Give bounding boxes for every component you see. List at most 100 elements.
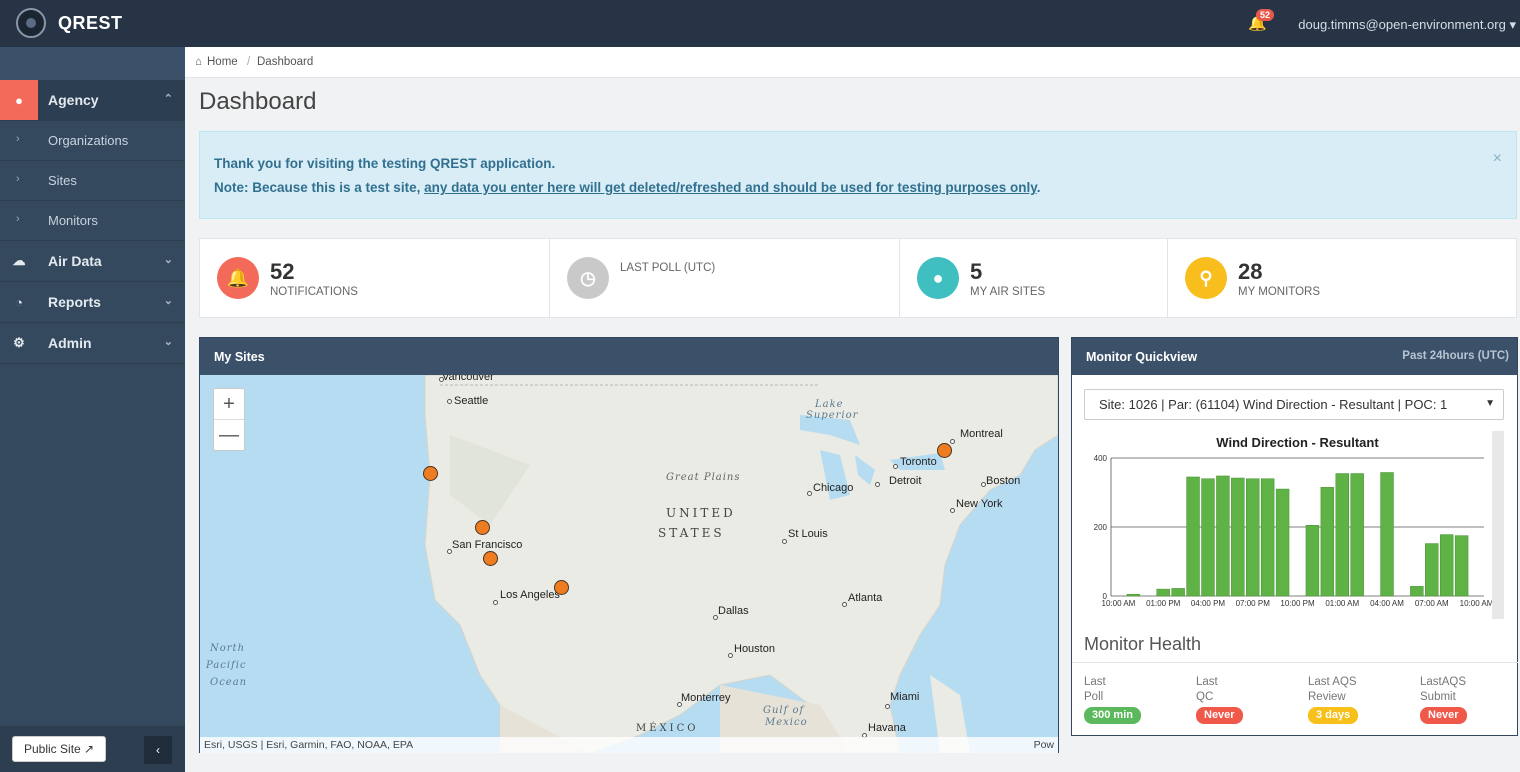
panel-header: My Sites bbox=[200, 338, 1058, 375]
sidebar-item-reports[interactable]: ◔ Reports ⌄ bbox=[0, 282, 185, 323]
city-label: Houston bbox=[734, 643, 775, 655]
map-marker-icon: ● bbox=[0, 80, 38, 120]
sidebar-item-agency[interactable]: ● Agency ⌃ bbox=[0, 80, 185, 121]
city-label: Chicago bbox=[813, 482, 854, 494]
x-tick-label: 01:00 AM bbox=[1325, 599, 1359, 608]
status-badge: 300 min bbox=[1084, 707, 1141, 724]
chart-bar bbox=[1410, 586, 1424, 597]
map-label: Great Plains bbox=[666, 472, 741, 483]
sidebar-item-sites[interactable]: › Sites bbox=[0, 161, 185, 201]
sidebar-item-label: Air Data bbox=[48, 253, 102, 269]
city-label: Detroit bbox=[889, 475, 922, 487]
sidebar-item-label: Admin bbox=[48, 335, 92, 351]
app-name[interactable]: QREST bbox=[58, 13, 123, 34]
sidebar: ● Agency ⌃ › Organizations › Sites › Mon… bbox=[0, 47, 185, 772]
panel-range: Past 24hours (UTC) bbox=[1402, 350, 1509, 362]
panel-header: Monitor Quickview Past 24hours (UTC) bbox=[1072, 338, 1517, 375]
monitor-select-value: Site: 1026 | Par: (61104) Wind Direction… bbox=[1099, 397, 1448, 412]
y-tick-label: 200 bbox=[1094, 523, 1108, 532]
site-marker[interactable] bbox=[937, 443, 952, 458]
health-last-poll: Last Poll 300 min bbox=[1084, 675, 1141, 724]
site-marker[interactable] bbox=[475, 520, 490, 535]
top-navbar: QREST 🔔 52 doug.timms@open-environment.o… bbox=[0, 0, 1520, 47]
user-menu[interactable]: doug.timms@open-environment.org ▾ bbox=[1298, 17, 1516, 33]
sidebar-item-label: Monitors bbox=[48, 213, 98, 228]
x-tick-label: 01:00 PM bbox=[1146, 599, 1181, 608]
sidebar-item-air-data[interactable]: ☁ Air Data ⌄ bbox=[0, 241, 185, 282]
site-marker[interactable] bbox=[554, 580, 569, 595]
chart-bar bbox=[1425, 543, 1439, 597]
stat-caption: MY AIR SITES bbox=[970, 286, 1046, 298]
x-tick-label: 10:00 AM bbox=[1102, 599, 1136, 608]
public-site-button[interactable]: Public Site ↗ bbox=[12, 736, 107, 762]
stat-air-sites[interactable]: ● 5 MY AIR SITES bbox=[900, 239, 1168, 317]
chart-bar bbox=[1231, 477, 1245, 597]
health-label: Submit bbox=[1420, 691, 1456, 703]
status-badge: 3 days bbox=[1308, 707, 1359, 724]
health-label: Last bbox=[1196, 676, 1218, 688]
city-marker bbox=[713, 615, 718, 620]
city-marker bbox=[981, 482, 986, 487]
sidebar-item-admin[interactable]: ⚙ Admin ⌄ bbox=[0, 323, 185, 364]
site-marker[interactable] bbox=[423, 466, 438, 481]
sidebar-item-monitors[interactable]: › Monitors bbox=[0, 201, 185, 241]
app-logo[interactable] bbox=[16, 8, 46, 38]
sidebar-item-label: Sites bbox=[48, 173, 77, 188]
map-label: UNITED bbox=[666, 506, 736, 520]
site-marker[interactable] bbox=[483, 551, 498, 566]
zoom-out-button[interactable]: — bbox=[214, 420, 244, 451]
alert-suffix: . bbox=[1036, 180, 1041, 195]
stat-value: 28 bbox=[1238, 259, 1263, 284]
alert-link[interactable]: any data you enter here will get deleted… bbox=[424, 180, 1037, 195]
chart-bar bbox=[1216, 475, 1230, 597]
chevron-right-icon: › bbox=[16, 213, 20, 225]
chart-bar bbox=[1275, 488, 1290, 597]
search-icon: ⚲ bbox=[1185, 257, 1227, 299]
city-label: Boston bbox=[986, 475, 1021, 487]
city-marker bbox=[893, 464, 898, 469]
city-label: Toronto bbox=[900, 456, 937, 468]
chevron-down-icon: ⌄ bbox=[163, 336, 173, 348]
monitor-health-title: Monitor Health bbox=[1084, 634, 1202, 654]
stat-value: 52 bbox=[270, 259, 295, 284]
city-label: Monterrey bbox=[681, 692, 731, 704]
alert-line-2: Note: Because this is a test site, any d… bbox=[214, 180, 1040, 195]
chart-bar bbox=[1380, 472, 1394, 597]
stat-monitors[interactable]: ⚲ 28 MY MONITORS bbox=[1168, 239, 1518, 317]
chart-bar bbox=[1156, 588, 1170, 597]
monitor-health-row: Last Poll 300 min Last QC Never Last AQS… bbox=[1072, 662, 1518, 742]
close-icon[interactable]: × bbox=[1493, 150, 1502, 168]
sidebar-item-label: Agency bbox=[48, 92, 99, 108]
chart-bar bbox=[1201, 478, 1215, 597]
attribution-powered[interactable]: Pow bbox=[1034, 739, 1054, 751]
x-tick-label: 04:00 AM bbox=[1370, 599, 1404, 608]
sidebar-collapse-button[interactable]: ‹ bbox=[144, 736, 172, 764]
notification-badge[interactable]: 52 bbox=[1256, 9, 1275, 21]
sidebar-item-label: Reports bbox=[48, 294, 101, 310]
map-attribution: Esri, USGS | Esri, Garmin, FAO, NOAA, EP… bbox=[200, 737, 1058, 753]
map-label: STATES bbox=[658, 526, 725, 540]
caret-down-icon: ▼ bbox=[1485, 398, 1495, 409]
city-marker bbox=[842, 602, 847, 607]
alert-line-1: Thank you for visiting the testing QREST… bbox=[214, 156, 556, 171]
chart-bar bbox=[1260, 478, 1275, 597]
stat-notifications[interactable]: 🔔 52 NOTIFICATIONS bbox=[200, 239, 550, 317]
home-icon[interactable]: ⌂ bbox=[195, 56, 202, 68]
monitor-select[interactable]: Site: 1026 | Par: (61104) Wind Direction… bbox=[1084, 389, 1504, 420]
stat-last-poll[interactable]: ◷ LAST POLL (UTC) bbox=[550, 239, 900, 317]
health-last-qc: Last QC Never bbox=[1196, 675, 1243, 724]
chevron-up-icon: ⌃ bbox=[163, 93, 173, 105]
sidebar-header bbox=[0, 47, 185, 80]
city-marker bbox=[885, 704, 890, 709]
city-marker bbox=[677, 702, 682, 707]
breadcrumb-current: Dashboard bbox=[257, 56, 314, 68]
city-label: Montreal bbox=[960, 428, 1003, 440]
breadcrumb-home[interactable]: Home bbox=[207, 56, 238, 68]
map-label: Lake bbox=[815, 399, 844, 410]
zoom-in-button[interactable]: + bbox=[214, 389, 244, 420]
city-marker bbox=[950, 439, 955, 444]
sites-map[interactable]: UNITED STATES Great Plains Lake Superior… bbox=[200, 375, 1058, 753]
chevron-right-icon: › bbox=[16, 133, 20, 145]
city-label: Seattle bbox=[454, 395, 489, 407]
sidebar-item-organizations[interactable]: › Organizations bbox=[0, 121, 185, 161]
